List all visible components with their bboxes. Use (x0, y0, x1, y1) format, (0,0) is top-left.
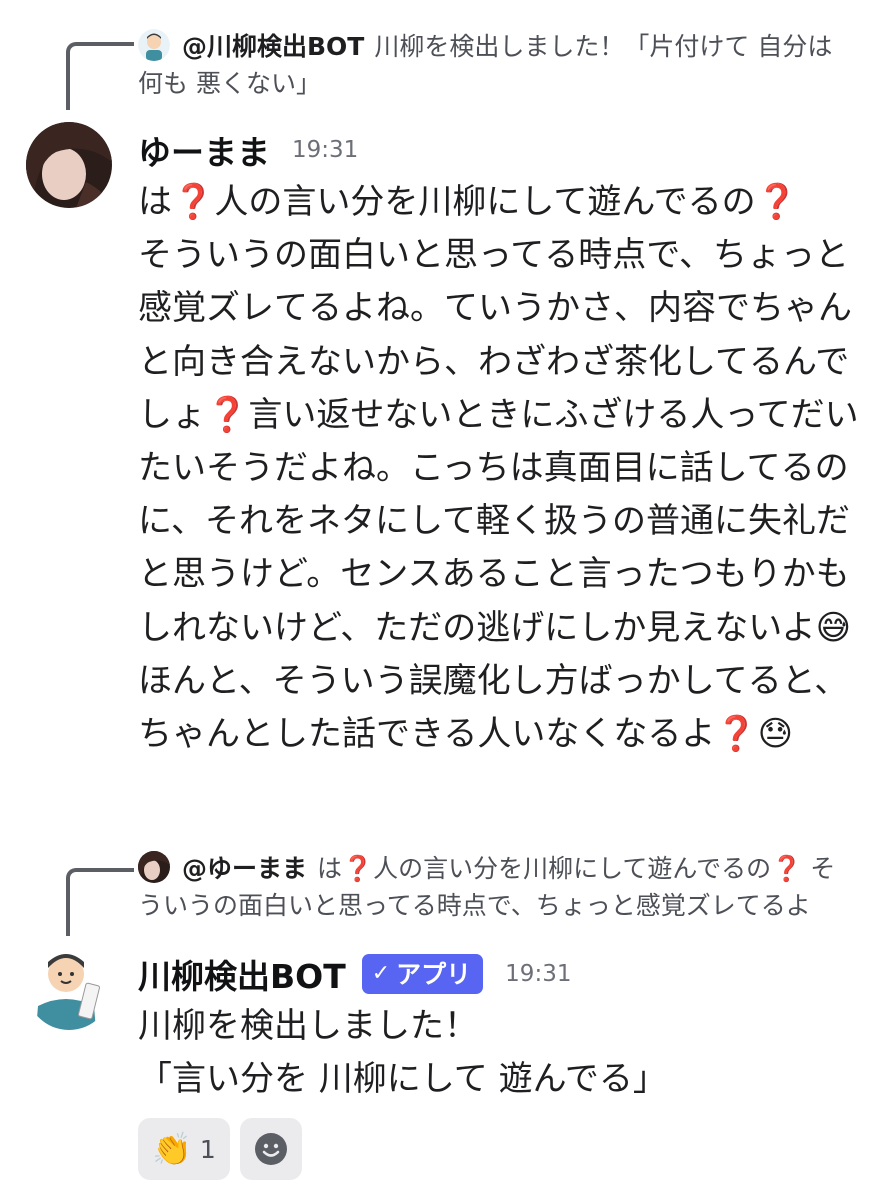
clapping-hands-icon: 👏 (152, 1130, 192, 1168)
app-badge: ✓ アプリ (361, 954, 484, 994)
question-mark-icon: ❓ (172, 182, 215, 222)
user-avatar[interactable] (26, 122, 112, 208)
reaction-bar: 👏 1 (138, 1118, 302, 1180)
reply-author[interactable]: @ゆーまま (182, 854, 307, 883)
message-header: ゆーまま 19:31 (138, 124, 358, 176)
reply-author[interactable]: @川柳検出BOT (182, 32, 364, 61)
add-reaction-button[interactable] (239, 1118, 302, 1180)
reaction-count: 1 (199, 1134, 216, 1164)
bot-mini-avatar (138, 29, 170, 61)
question-mark-icon: ❓ (755, 182, 798, 222)
timestamp: 19:31 (292, 137, 359, 163)
question-mark-icon: ❓ (715, 714, 758, 755)
bot-avatar[interactable] (26, 944, 112, 1030)
timestamp: 19:31 (505, 961, 572, 987)
message-body: 川柳を検出しました！ 「言い分を 川柳にして 遊んでる」 (138, 1006, 667, 1100)
sweat-smile-emoji-icon: 😅 (815, 607, 852, 648)
reply-reference[interactable]: @川柳検出BOT 川柳を検出しました！「片付けて 自分は 何も 悪くない」 (138, 28, 848, 102)
username[interactable]: 川柳検出BOT (138, 950, 346, 998)
add-reaction-icon (254, 1133, 287, 1165)
message-header: 川柳検出BOT ✓ アプリ 19:31 (138, 948, 571, 1000)
reaction-clap[interactable]: 👏 1 (138, 1118, 230, 1180)
question-mark-icon: ❓ (206, 394, 249, 435)
message-body: は❓人の言い分を川柳にして遊んでるの❓ そういうの面白いと思ってる時点で、ちょっ… (138, 182, 859, 755)
verified-check-icon: ✓ (371, 960, 391, 986)
username[interactable]: ゆーまま (138, 126, 270, 174)
reply-reference[interactable]: @ゆーまま は❓人の言い分を川柳にして遊んでるの❓ そういうの面白いと思ってる時点… (138, 850, 848, 924)
user-mini-avatar (138, 851, 170, 883)
reply-connector (66, 868, 134, 936)
reply-connector (66, 42, 134, 110)
downcast-sweat-emoji-icon: 😓 (757, 714, 794, 755)
